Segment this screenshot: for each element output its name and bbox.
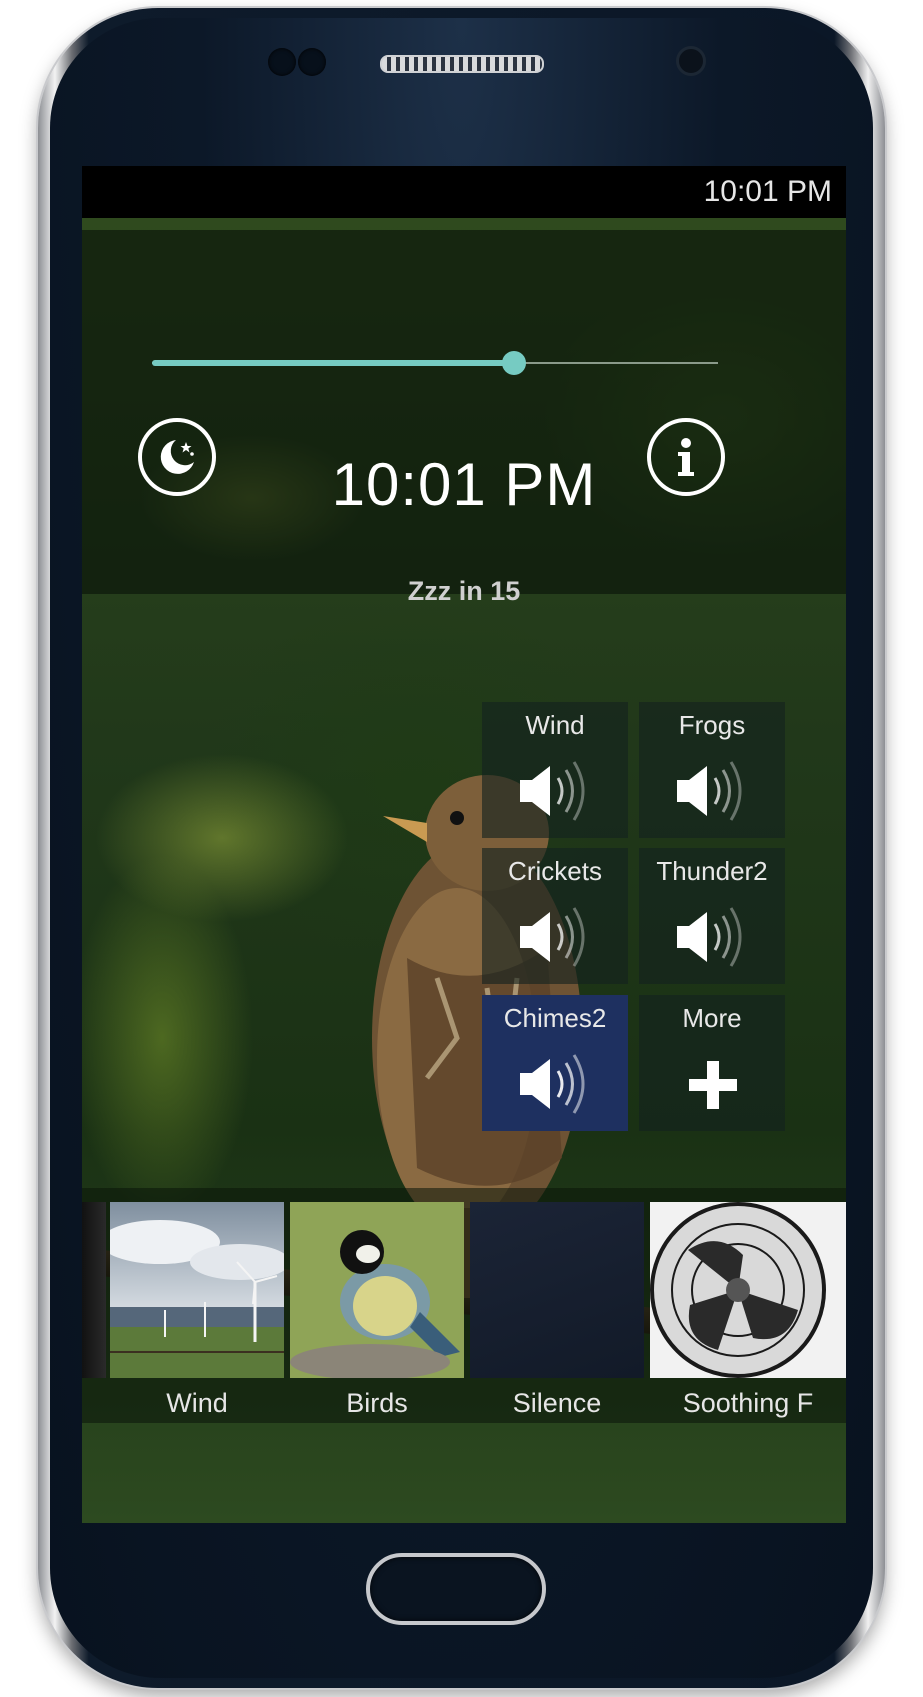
sensor-icon — [298, 48, 326, 76]
clock-display: 10:01 PM — [331, 451, 597, 518]
volume-slider[interactable] — [152, 351, 718, 375]
sleep-timer-label: Zzz in 15 — [407, 576, 521, 606]
status-bar: 10:01 PM — [82, 166, 846, 218]
speaker-icon — [520, 907, 585, 967]
sound-tile-label: Chimes2 — [503, 1003, 607, 1033]
scene-thumbnail-partial[interactable] — [82, 1202, 106, 1378]
earpiece-speaker — [380, 55, 544, 73]
sound-tile-label: Frogs — [678, 710, 746, 740]
sound-tile-label: More — [682, 1003, 742, 1033]
scene-label: Birds — [346, 1388, 408, 1418]
wind-turbines-image — [110, 1202, 284, 1378]
sound-tile-chimes2[interactable]: Chimes2 — [482, 995, 628, 1131]
scene-soothing-fan[interactable] — [650, 1202, 846, 1378]
home-button[interactable] — [366, 1553, 546, 1625]
speaker-icon — [677, 761, 742, 821]
plus-icon — [689, 1061, 737, 1109]
front-camera — [676, 46, 706, 76]
scene-birds[interactable] — [290, 1202, 464, 1378]
status-time: 10:01 PM — [703, 175, 832, 208]
volume-slider-fill — [152, 360, 515, 366]
sound-tile-label: Thunder2 — [656, 856, 768, 886]
speaker-icon — [520, 761, 585, 821]
speaker-icon — [677, 907, 742, 967]
player-panel: 10:01 PM Zzz in 15 — [82, 230, 846, 606]
sound-tile-frogs[interactable]: Frogs — [639, 702, 785, 838]
info-button[interactable] — [647, 418, 725, 496]
sound-tile-crickets[interactable]: Crickets — [482, 848, 628, 984]
fan-image — [650, 1202, 846, 1378]
volume-slider-thumb[interactable] — [502, 351, 527, 375]
sensor-icon — [268, 48, 296, 76]
sound-tile-label: Wind — [525, 710, 585, 740]
sound-tile-wind[interactable]: Wind — [482, 702, 628, 838]
speaker-icon — [520, 1054, 585, 1114]
more-sounds-button[interactable]: More — [639, 995, 785, 1131]
scene-carousel[interactable]: Wind Birds Silence Soothing F — [82, 1188, 846, 1423]
scene-label: Soothing F — [682, 1388, 814, 1418]
bird-image — [290, 1202, 464, 1378]
sound-tile-label: Crickets — [508, 856, 602, 886]
scene-silence[interactable] — [470, 1202, 644, 1378]
scene-wind[interactable] — [110, 1202, 284, 1378]
sound-tile-thunder2[interactable]: Thunder2 — [639, 848, 785, 984]
scene-label: Wind — [166, 1388, 228, 1418]
app-screen: 10:01 PM 10:01 PM Zzz in 15 Wind Frogs C… — [82, 166, 846, 1523]
scene-label: Silence — [512, 1388, 602, 1418]
info-icon — [678, 438, 694, 476]
